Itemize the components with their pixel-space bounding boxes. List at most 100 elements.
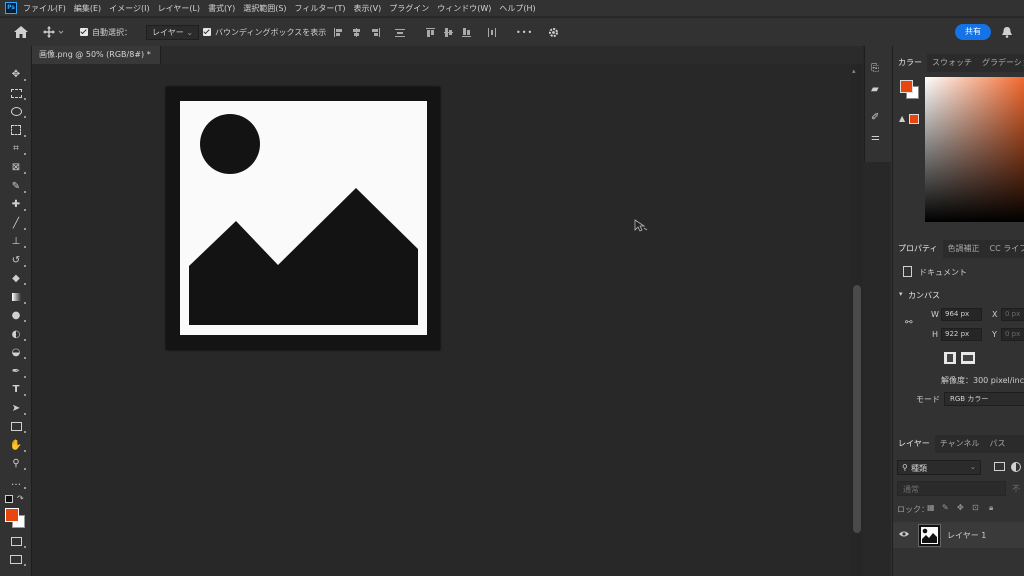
mode-label: モード: [916, 395, 940, 404]
pen-tool-icon[interactable]: ✒: [9, 364, 26, 378]
landscape-orientation-icon[interactable]: [961, 352, 975, 364]
marquee-tool-icon[interactable]: [9, 86, 26, 100]
auto-select-checkbox[interactable]: 自動選択：: [80, 18, 132, 46]
filter-adjustment-icon[interactable]: [1011, 462, 1021, 472]
color-panel-fg-swatch[interactable]: [900, 80, 913, 93]
foreground-color-swatch[interactable]: [5, 508, 19, 522]
type-tool-icon[interactable]: T: [9, 382, 26, 396]
layer-filter-dropdown[interactable]: ⚲ 種類 ⌄: [897, 460, 981, 475]
align-middle-v-icon[interactable]: [444, 28, 454, 37]
quick-mask-icon[interactable]: [9, 534, 26, 548]
dodge-tool-icon[interactable]: ◐: [9, 327, 26, 341]
link-icon[interactable]: ⚯: [905, 318, 913, 328]
brush-settings-icon[interactable]: ✐: [871, 112, 879, 123]
share-button[interactable]: 共有: [955, 24, 991, 40]
menu-plugins[interactable]: プラグイン: [389, 3, 429, 14]
auto-select-dropdown[interactable]: レイヤー ⌄: [146, 18, 200, 46]
blur-tool-icon[interactable]: ●: [9, 308, 26, 322]
bell-icon[interactable]: [1002, 18, 1012, 46]
canvas-area[interactable]: [32, 64, 850, 576]
screen-mode-icon[interactable]: [9, 552, 26, 566]
lock-position-icon[interactable]: ✥: [957, 503, 964, 512]
clone-stamp-tool-icon[interactable]: ⊥: [9, 234, 26, 248]
align-left-icon[interactable]: [334, 28, 344, 37]
align-center-h-icon[interactable]: [352, 28, 362, 37]
menu-type[interactable]: 書式(Y): [208, 3, 235, 14]
lock-image-icon[interactable]: ✎: [942, 503, 949, 512]
rectangle-tool-icon[interactable]: [9, 419, 26, 433]
eraser-tool-icon[interactable]: ◆: [9, 271, 26, 285]
chevron-down-icon[interactable]: ▾: [899, 290, 903, 298]
lasso-tool-icon[interactable]: [9, 104, 26, 118]
document-tab[interactable]: 画像.png @ 50% (RGB/8#) * ×: [32, 46, 161, 77]
gradient-tool-icon[interactable]: [9, 290, 26, 304]
photoshop-logo: Ps: [5, 2, 17, 14]
menu-select[interactable]: 選択範囲(S): [243, 3, 286, 14]
edit-toolbar-icon[interactable]: …: [9, 475, 26, 489]
home-icon[interactable]: [14, 18, 28, 46]
menu-layer[interactable]: レイヤー(L): [158, 3, 200, 14]
default-colors-icon[interactable]: [5, 495, 13, 503]
history-icon[interactable]: ⎘: [871, 63, 879, 74]
object-select-tool-icon[interactable]: [9, 123, 26, 137]
y-input[interactable]: 0 px: [1001, 328, 1024, 341]
align-bottom-icon[interactable]: [462, 28, 472, 37]
menu-image[interactable]: イメージ(I): [109, 3, 149, 14]
brush-tool-icon[interactable]: ╱: [9, 216, 26, 230]
healing-brush-tool-icon[interactable]: ✚: [9, 197, 26, 211]
tab-properties[interactable]: プロパティ: [893, 240, 943, 258]
portrait-orientation-icon[interactable]: [944, 352, 956, 364]
blend-mode-dropdown[interactable]: 通常: [897, 481, 1006, 496]
x-input[interactable]: 0 px: [1001, 308, 1024, 321]
vertical-scrollbar-thumb[interactable]: [853, 285, 861, 533]
eyedropper-tool-icon[interactable]: ✎: [9, 179, 26, 193]
tab-cc-libraries[interactable]: CC ライブラリ: [985, 240, 1024, 258]
move-tool-icon[interactable]: ✥: [9, 67, 26, 81]
dodge-burn-tool-icon[interactable]: ◒: [9, 345, 26, 359]
scroll-up-icon[interactable]: ▴: [852, 67, 856, 75]
menu-view[interactable]: 表示(V): [354, 3, 382, 14]
tab-gradients[interactable]: グラデーション: [977, 54, 1024, 72]
move-tool-preset-icon[interactable]: [43, 18, 65, 46]
adjustments-icon[interactable]: ⚌: [871, 132, 880, 143]
menu-filter[interactable]: フィルター(T): [295, 3, 346, 14]
distribute-icon[interactable]: [395, 28, 405, 37]
crop-tool-icon[interactable]: ⌗: [9, 141, 26, 155]
tab-channels[interactable]: チャンネル: [935, 435, 985, 453]
color-picker-field[interactable]: [925, 77, 1024, 222]
more-options-button[interactable]: •••: [516, 18, 533, 46]
zoom-tool-icon[interactable]: ⚲: [9, 456, 26, 470]
comment-icon[interactable]: ▰: [871, 84, 879, 95]
lock-artboard-icon[interactable]: ⊡: [972, 503, 979, 512]
mode-dropdown[interactable]: RGB カラー: [944, 392, 1024, 406]
lock-all-icon[interactable]: 🔒︎: [989, 503, 993, 513]
gamut-color-chip[interactable]: [909, 114, 919, 124]
align-right-icon[interactable]: [370, 28, 380, 37]
hand-tool-icon[interactable]: ✋: [9, 438, 26, 452]
show-bbox-checkbox[interactable]: バウンディングボックスを表示: [203, 18, 326, 46]
gear-icon[interactable]: [548, 18, 559, 46]
tab-paths[interactable]: パス: [985, 435, 1011, 453]
align-top-icon[interactable]: [426, 28, 436, 37]
frame-tool-icon[interactable]: ⊠: [9, 160, 26, 174]
menu-edit[interactable]: 編集(E): [74, 3, 101, 14]
filter-pixel-icon[interactable]: [994, 462, 1005, 471]
width-input[interactable]: 964 px: [941, 308, 982, 321]
path-selection-tool-icon[interactable]: ➤: [9, 401, 26, 415]
tab-adjustments[interactable]: 色調補正: [943, 240, 985, 258]
history-brush-tool-icon[interactable]: ↺: [9, 253, 26, 267]
menu-file[interactable]: ファイル(F): [23, 3, 66, 14]
tab-swatches[interactable]: スウォッチ: [927, 54, 977, 72]
swap-colors-icon[interactable]: ↷: [17, 494, 24, 503]
lock-transparent-icon[interactable]: ▦: [927, 503, 935, 512]
y-label: Y: [992, 330, 997, 339]
height-input[interactable]: 922 px: [941, 328, 982, 341]
menu-window[interactable]: ウィンドウ(W): [437, 3, 491, 14]
tab-layers[interactable]: レイヤー: [893, 435, 935, 453]
eye-icon[interactable]: [899, 530, 909, 540]
tab-color[interactable]: カラー: [893, 54, 927, 72]
mouse-cursor-icon: [634, 219, 648, 235]
distribute-v-icon[interactable]: [487, 28, 497, 37]
layer-row[interactable]: レイヤー 1: [893, 522, 1024, 548]
menu-help[interactable]: ヘルプ(H): [499, 3, 535, 14]
